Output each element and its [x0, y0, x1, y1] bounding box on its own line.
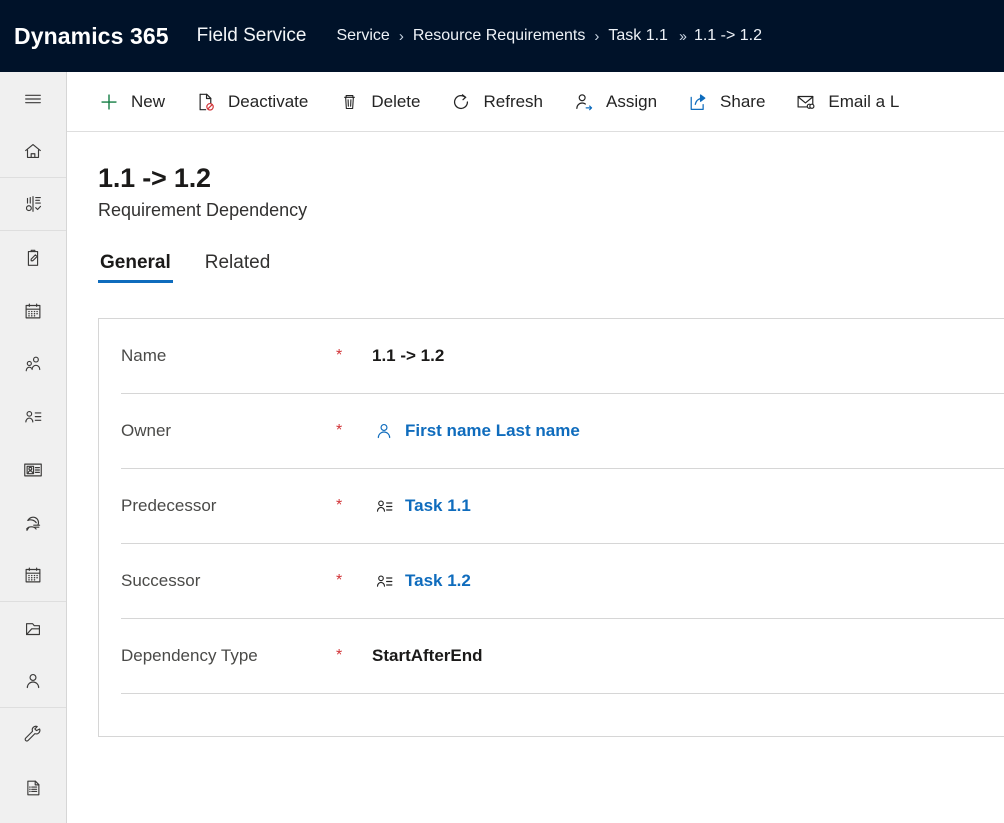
id-card-icon — [22, 459, 44, 481]
field-value-text: 1.1 -> 1.2 — [372, 346, 445, 365]
app-name[interactable]: Field Service — [197, 25, 307, 47]
requirement-icon — [372, 494, 396, 518]
wrench-icon — [22, 724, 44, 746]
field-value[interactable]: StartAfterEnd — [372, 646, 483, 666]
field-label: Dependency Type — [121, 646, 258, 665]
sidebar-item-bookings[interactable] — [0, 549, 66, 602]
field-value[interactable]: 1.1 -> 1.2 — [372, 346, 444, 366]
dashboard-chart-icon — [22, 193, 44, 215]
breadcrumb-item-3[interactable]: Task 1.1 — [608, 27, 668, 45]
command-button-label: New — [131, 91, 166, 111]
hamburger-menu-icon — [22, 88, 44, 110]
form-row: Dependency Type * StartAfterEnd — [99, 619, 1004, 693]
sidebar-item-users[interactable] — [0, 655, 66, 708]
breadcrumb: Service › Resource Requirements › Task 1.1 ››… — [336, 27, 762, 45]
field-value[interactable]: First name Last name — [372, 419, 580, 443]
field-label: Successor — [121, 571, 201, 590]
breadcrumb-chevron-icon: › — [594, 27, 600, 45]
field-label: Predecessor — [121, 496, 217, 515]
field-value[interactable]: Task 1.2 — [372, 569, 471, 593]
clipboard-pencil-icon — [22, 247, 44, 269]
service-task-icon — [22, 512, 44, 534]
contact-list-icon — [22, 406, 44, 428]
tab-related[interactable]: Related — [203, 252, 273, 283]
required-indicator: * — [336, 572, 343, 589]
requirement-icon — [372, 569, 396, 593]
deactivate-document-icon — [194, 90, 218, 114]
brand-title[interactable]: Dynamics 365 — [14, 23, 169, 50]
field-value-link[interactable]: First name Last name — [405, 421, 580, 441]
required-indicator: * — [336, 347, 343, 364]
refresh-button[interactable]: Refresh — [440, 81, 552, 123]
sidebar-item-site-map-toggle[interactable] — [0, 72, 66, 125]
form-row: Predecessor * Task 1.1 — [99, 469, 1004, 543]
sidebar-item-activities[interactable] — [0, 231, 66, 284]
person-icon — [372, 419, 396, 443]
breadcrumb-item-1[interactable]: Service — [336, 27, 389, 45]
command-button-label: Assign — [606, 91, 658, 111]
command-bar: New Deactivate Delete Refresh Assign Share Ema… — [67, 72, 1004, 132]
people-group-icon — [22, 353, 44, 375]
sidebar-item-work-orders[interactable] — [0, 496, 66, 549]
home-icon — [22, 140, 44, 162]
share-icon — [686, 90, 710, 114]
page-title: 1.1 -> 1.2 — [98, 163, 211, 193]
trash-icon — [337, 90, 361, 114]
breadcrumb-chevron-icon: › — [398, 27, 404, 45]
field-value-text: StartAfterEnd — [372, 646, 483, 665]
command-button-label: Deactivate — [228, 91, 309, 111]
sidebar-item-reports[interactable] — [0, 761, 66, 814]
form-card: Name * 1.1 -> 1.2 Owner * First name Last nam… — [98, 318, 1004, 737]
email-link-icon — [794, 90, 818, 114]
share-button[interactable]: Share — [677, 81, 774, 123]
tab-general[interactable]: General — [98, 252, 173, 283]
assign-button[interactable]: Assign — [563, 81, 666, 123]
field-value[interactable]: Task 1.1 — [372, 494, 471, 518]
sidebar-item-resources[interactable] — [0, 443, 66, 496]
calendar-icon — [22, 300, 44, 322]
field-label: Owner — [121, 421, 172, 440]
sidebar-item-dashboards[interactable] — [0, 178, 66, 231]
required-indicator: * — [336, 647, 343, 664]
sidebar-item-settings[interactable] — [0, 708, 66, 761]
sidebar-item-accounts[interactable] — [0, 337, 66, 390]
sidebar-item-schedule-board[interactable] — [0, 284, 66, 337]
form-card-footer-space — [99, 694, 1004, 736]
form-row: Successor * Task 1.2 — [99, 544, 1004, 618]
required-indicator: * — [336, 422, 343, 439]
plus-icon — [97, 90, 121, 114]
new-button[interactable]: New — [88, 81, 174, 123]
folder-icon — [22, 618, 44, 640]
record-type-subtitle: Requirement Dependency — [98, 200, 308, 220]
delete-button[interactable]: Delete — [328, 81, 429, 123]
sidebar-item-projects[interactable] — [0, 602, 66, 655]
document-list-icon — [22, 777, 44, 799]
command-button-label: Share — [720, 91, 766, 111]
sidebar-item-contacts[interactable] — [0, 390, 66, 443]
form-row: Name * 1.1 -> 1.2 — [99, 319, 1004, 393]
field-value-link[interactable]: Task 1.2 — [405, 571, 471, 591]
app-header: Dynamics 365 Field Service Service › Resou… — [0, 0, 1004, 72]
refresh-icon — [449, 90, 473, 114]
form-area: 1.1 -> 1.2 Requirement Dependency Genera… — [67, 133, 1004, 823]
required-indicator: * — [336, 497, 343, 514]
breadcrumb-item-4: 1.1 -> 1.2 — [693, 27, 762, 44]
sidebar-item-home[interactable] — [0, 125, 66, 178]
form-row: Owner * First name Last name — [99, 394, 1004, 468]
deactivate-button[interactable]: Deactivate — [185, 81, 317, 123]
field-value-link[interactable]: Task 1.1 — [405, 496, 471, 516]
email-a-l-button[interactable]: Email a L — [785, 81, 908, 123]
assign-person-icon — [572, 90, 596, 114]
calendar-month-icon — [22, 564, 44, 586]
person-icon — [22, 670, 44, 692]
breadcrumb-item-2[interactable]: Resource Requirements — [413, 27, 586, 45]
command-button-label: Refresh — [483, 91, 544, 111]
command-button-label: Delete — [371, 91, 421, 111]
breadcrumb-chevron-icon: ›› — [678, 27, 687, 45]
command-button-label: Email a L — [828, 91, 900, 111]
sidebar — [0, 72, 67, 823]
field-label: Name — [121, 346, 167, 365]
tabstrip: General Related — [98, 247, 1004, 283]
